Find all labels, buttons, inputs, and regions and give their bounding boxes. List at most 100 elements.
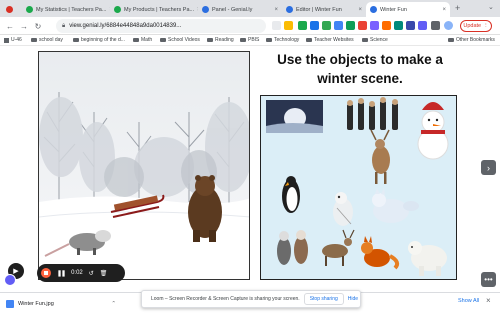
extension-drive-icon[interactable] (334, 21, 343, 30)
download-item[interactable]: Winter Fun.jpg ⌃ (6, 297, 116, 310)
polar-bear-object (408, 241, 447, 276)
bookmark-label: Technology (274, 37, 300, 43)
show-all-link[interactable]: Show All (458, 298, 479, 304)
profile-avatar-icon[interactable] (444, 21, 453, 30)
genially-slide: Use the objects to make a winter scene. (0, 46, 500, 287)
extension-sheets-icon[interactable] (346, 21, 355, 30)
video-camera-icon: ▶ (13, 268, 19, 275)
genially-icon (202, 6, 209, 13)
bookmark-label: PBIS (248, 37, 260, 43)
tab-my-products[interactable]: My Products | Teachers Pa... × (110, 2, 198, 17)
moon-image-object (266, 100, 323, 133)
teacherspayteachers-icon (114, 6, 121, 13)
folder-icon (362, 37, 368, 43)
lock-icon: 🔒︎ (62, 22, 66, 29)
stop-sharing-button[interactable]: Stop sharing (303, 293, 344, 305)
bookmark-technology[interactable]: Technology (266, 37, 299, 43)
reload-icon[interactable]: ↻ (32, 20, 44, 32)
loom-control-bar: ❚❚ 0:02 ↺ 🗑︎ (37, 264, 125, 282)
address-bar[interactable]: 🔒︎ view.genial.ly/6884e44848a9da0014839.… (56, 19, 266, 33)
extension-grammarly-icon[interactable] (322, 21, 331, 30)
new-tab-button[interactable]: + (455, 3, 460, 13)
bookmark-apps[interactable]: U-46 (4, 37, 22, 43)
reindeer-object (322, 229, 355, 266)
tab-search-chevron-icon[interactable]: ⌄ (488, 3, 494, 11)
folder-icon (240, 37, 246, 43)
deer-object (370, 129, 390, 184)
next-slide-button[interactable]: › (481, 160, 496, 175)
stop-recording-button[interactable] (41, 268, 51, 278)
snowman-object (417, 102, 449, 160)
bookmark-school-videos[interactable]: School Videos (160, 37, 200, 43)
extensions-puzzle-icon[interactable] (431, 21, 440, 30)
close-icon[interactable]: × (442, 7, 446, 13)
bookmark-other[interactable]: Other Bookmarks (448, 37, 495, 43)
genially-icon (370, 6, 377, 13)
update-button[interactable]: Update ⋮ (460, 20, 492, 32)
bookmark-teacher-websites[interactable]: Teacher Websites (306, 37, 354, 43)
bookmark-science[interactable]: Science (362, 37, 388, 43)
arctic-fox-object (372, 188, 419, 223)
bookmark-school-day[interactable]: school day (31, 37, 63, 43)
more-horiz-icon: ••• (484, 275, 493, 284)
bookmark-star-icon[interactable] (284, 21, 293, 30)
download-filename: Winter Fun.jpg (18, 300, 54, 307)
folder-icon (133, 37, 139, 43)
trash-icon[interactable]: 🗑︎ (100, 270, 108, 277)
extension-red-icon[interactable] (358, 21, 367, 30)
folder-icon (266, 37, 272, 43)
genially-icon (286, 6, 293, 13)
close-icon[interactable]: × (358, 7, 362, 13)
tab-label: Winter Fun (380, 6, 407, 13)
bookmark-beginning[interactable]: beginning of the d... (73, 37, 125, 43)
folder-icon (448, 37, 454, 43)
bookmark-label: U-46 (11, 37, 22, 43)
tab-editor-winter-fun[interactable]: Editor | Winter Fun × (282, 2, 366, 17)
draggable-objects (266, 97, 449, 276)
close-icon[interactable]: × (486, 296, 491, 305)
more-options-button[interactable]: ••• (481, 272, 496, 287)
restart-icon[interactable]: ↺ (89, 270, 94, 277)
tab-pinned[interactable] (2, 2, 20, 17)
folder-icon (160, 37, 166, 43)
extension-green-icon[interactable] (298, 21, 307, 30)
close-icon[interactable]: × (274, 7, 278, 13)
folder-icon (207, 37, 213, 43)
loom-logo-icon (4, 274, 16, 286)
extension-purple-icon[interactable] (370, 21, 379, 30)
tab-label: Panel - Genial.ly (212, 6, 253, 13)
folder-icon (31, 37, 37, 43)
share-icon[interactable] (272, 21, 281, 30)
tab-label: My Products | Teachers Pa... (124, 6, 195, 13)
image-file-icon (6, 299, 14, 308)
tab-winter-fun[interactable]: Winter Fun × (366, 2, 450, 17)
pause-icon[interactable]: ❚❚ (57, 270, 66, 277)
chevron-up-icon[interactable]: ⌃ (111, 301, 116, 307)
extension-teal-icon[interactable] (394, 21, 403, 30)
browser-toolbar: ← → ↻ 🔒︎ view.genial.ly/6884e44848a9da00… (0, 17, 500, 35)
bookmark-label: School Videos (168, 37, 200, 43)
bookmark-math[interactable]: Math (133, 37, 152, 43)
extension-indigo-icon[interactable] (406, 21, 415, 30)
extension-blue-icon[interactable] (310, 21, 319, 30)
bookmark-reading[interactable]: Reading (207, 37, 234, 43)
forward-arrow-icon[interactable]: → (18, 20, 30, 32)
bookmark-pbis[interactable]: PBIS (240, 37, 259, 43)
objects-panel (260, 95, 457, 280)
tab-panel-genially[interactable]: Panel - Genial.ly × (198, 2, 282, 17)
screen-share-banner: Loom – Screen Recorder & Screen Capture … (141, 290, 361, 308)
huskies-object (277, 230, 308, 265)
winter-background-image (38, 51, 250, 280)
hide-button[interactable]: Hide (348, 296, 358, 302)
back-arrow-icon[interactable]: ← (4, 20, 16, 32)
bookmark-label: school day (39, 37, 63, 43)
tab-my-statistics[interactable]: My Statistics | Teachers Pa... × (22, 2, 110, 17)
folder-icon (73, 37, 79, 43)
extension-orange-icon[interactable] (382, 21, 391, 30)
tab-label: My Statistics | Teachers Pa... (36, 6, 107, 13)
skiers-object (347, 97, 398, 130)
bookmark-label: Math (141, 37, 153, 43)
teacherspayteachers-icon (26, 6, 33, 13)
extension-loom-icon[interactable] (418, 21, 427, 30)
snowy-owl-object (333, 192, 353, 226)
